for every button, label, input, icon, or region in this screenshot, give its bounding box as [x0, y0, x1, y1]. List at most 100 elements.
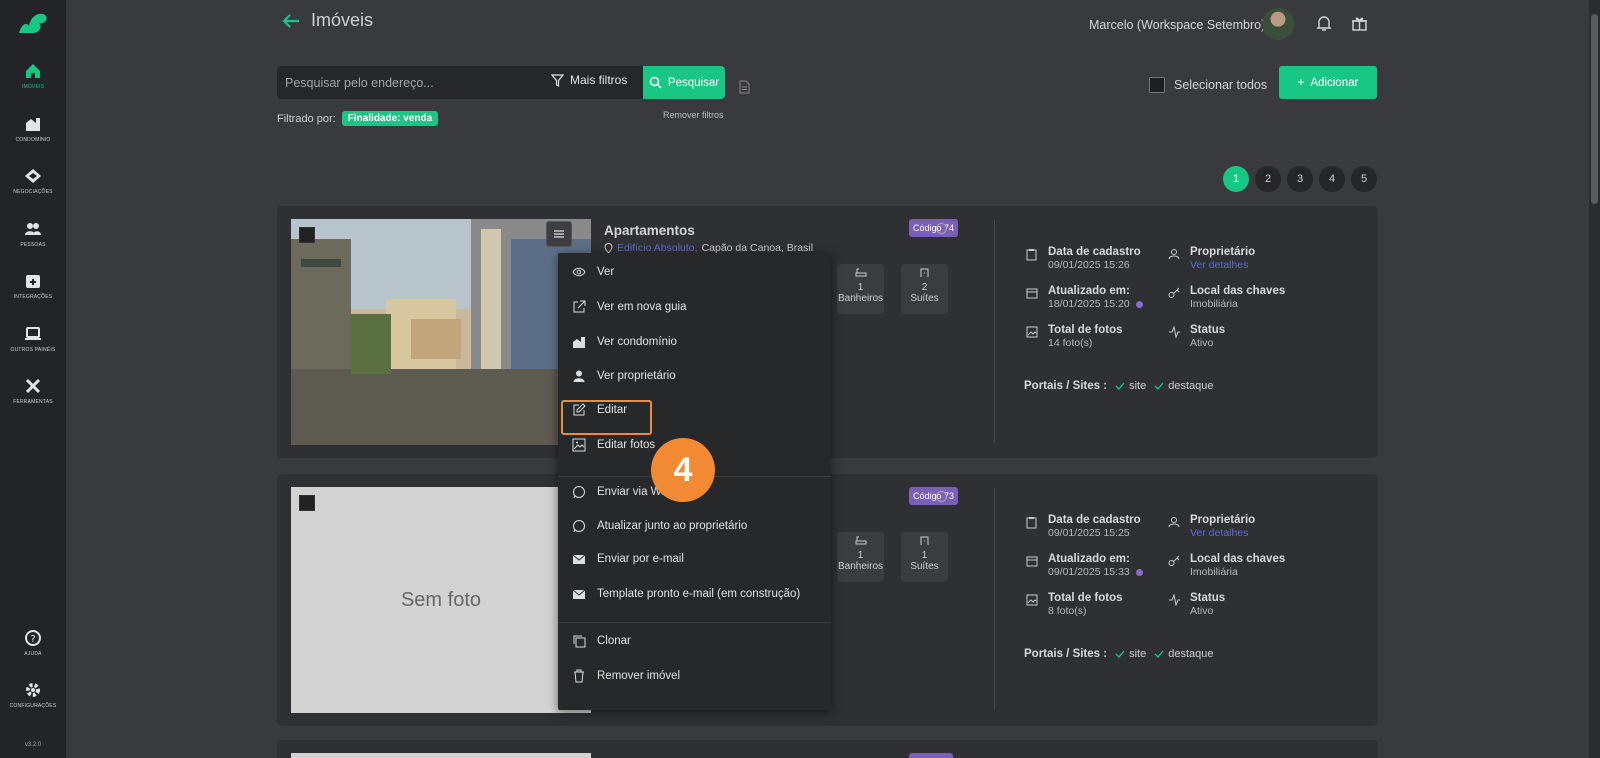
- remove-filters-link[interactable]: Remover filtros: [663, 110, 724, 120]
- menu-item-ver-condominio[interactable]: Ver condomínio: [572, 335, 677, 349]
- field-fotos: Total de fotos 14 foto(s): [1026, 324, 1123, 349]
- field-chaves: Local das chaves Imobiliária: [1168, 553, 1285, 578]
- menu-item-template-email[interactable]: Template pronto e-mail (em construção): [572, 588, 800, 600]
- field-cadastro: Data de cadastro 09/01/2025 15:25: [1026, 514, 1141, 539]
- calendar-icon: [1026, 556, 1038, 567]
- field-value: Ativo: [1190, 337, 1214, 349]
- filtered-by-label: Filtrado por:: [277, 112, 336, 125]
- menu-item-label: Enviar por e-mail: [597, 553, 684, 565]
- field-value: 8 foto(s): [1048, 605, 1087, 617]
- field-proprietario: Proprietário Ver detalhes: [1168, 514, 1255, 539]
- menu-item-ver-proprietario[interactable]: Ver proprietário: [572, 369, 676, 383]
- stat-label: Banheiros: [837, 293, 884, 304]
- active-filter-chip[interactable]: Finalidade: venda: [341, 111, 439, 126]
- select-all-checkbox[interactable]: [1149, 77, 1165, 93]
- sidebar-item-ferramentas[interactable]: Ferramentas: [0, 377, 66, 405]
- check-icon: [1115, 650, 1125, 658]
- sidebar-item-label: Ajuda: [24, 651, 42, 657]
- bell-icon[interactable]: [1316, 15, 1332, 32]
- field-label: Data de cadastro: [1048, 246, 1141, 258]
- search-button[interactable]: Pesquisar: [643, 66, 725, 99]
- field-label: Total de fotos: [1048, 592, 1123, 604]
- field-label: Status: [1190, 592, 1226, 604]
- sidebar-item-pessoas[interactable]: Pessoas: [0, 220, 66, 248]
- sidebar-item-label: Imóveis: [21, 84, 45, 90]
- sidebar-item-outros-paineis[interactable]: Outros painéis: [0, 325, 66, 353]
- menu-item-label: Ver: [597, 266, 615, 278]
- field-label: Proprietário: [1190, 246, 1256, 258]
- app-version: v3.2.0: [24, 742, 42, 748]
- check-icon: [1154, 382, 1164, 390]
- sidebar-item-ajuda[interactable]: ? Ajuda: [0, 629, 66, 657]
- add-button[interactable]: + Adicionar: [1279, 66, 1377, 99]
- logo-icon[interactable]: [17, 9, 49, 37]
- whatsapp-icon: [573, 520, 585, 533]
- portal-site: site: [1129, 648, 1147, 660]
- property-photo[interactable]: Sem foto: [291, 487, 591, 713]
- info-icon[interactable]: [936, 223, 947, 234]
- page-4[interactable]: 4: [1319, 166, 1345, 192]
- scrollbar-thumb[interactable]: [1591, 14, 1598, 204]
- document-icon[interactable]: [739, 80, 750, 94]
- bathtub-icon: [855, 268, 866, 277]
- owner-details-link[interactable]: Ver detalhes: [1190, 527, 1255, 539]
- info-icon[interactable]: [936, 491, 947, 502]
- page-5[interactable]: 5: [1351, 166, 1377, 192]
- menu-item-ver[interactable]: Ver: [572, 266, 614, 278]
- page-2[interactable]: 2: [1255, 166, 1281, 192]
- user-name[interactable]: Marcelo (Workspace Setembro): [1089, 18, 1265, 32]
- page-1[interactable]: 1: [1223, 166, 1249, 192]
- gift-icon[interactable]: [1351, 15, 1368, 32]
- more-filters-button[interactable]: Mais filtros: [551, 73, 627, 87]
- menu-item-ver-nova-guia[interactable]: Ver em nova guia: [572, 300, 687, 314]
- field-atualizado: Atualizado em: 18/01/2025 15:20: [1026, 285, 1143, 310]
- menu-item-remover[interactable]: Remover imóvel: [572, 669, 680, 683]
- card-menu-button[interactable]: [546, 221, 572, 247]
- external-link-icon: [573, 300, 586, 313]
- menu-item-label: Remover imóvel: [597, 670, 681, 682]
- menu-item-label: Clonar: [597, 635, 631, 647]
- field-label: Local das chaves: [1190, 285, 1286, 297]
- tools-icon: [25, 378, 41, 394]
- menu-item-email[interactable]: Enviar por e-mail: [572, 553, 684, 565]
- avatar[interactable]: [1262, 8, 1294, 40]
- menu-item-label: Atualizar junto ao proprietário: [597, 520, 748, 532]
- menu-item-editar-fotos[interactable]: Editar fotos: [572, 438, 655, 452]
- menu-item-clonar[interactable]: Clonar: [572, 634, 631, 648]
- door-icon: [920, 536, 928, 545]
- menu-separator: [558, 622, 831, 623]
- people-icon: [25, 223, 41, 235]
- card-divider: [994, 220, 995, 442]
- stat-value: 2: [921, 282, 928, 293]
- select-all[interactable]: Selecionar todos: [1149, 77, 1267, 93]
- search-icon: [649, 76, 662, 89]
- sidebar-item-label: Negociações: [13, 189, 53, 195]
- menu-item-atualizar-proprietario[interactable]: Atualizar junto ao proprietário: [572, 519, 747, 533]
- property-photo[interactable]: [291, 753, 591, 758]
- highlight-box-editar: [561, 400, 652, 435]
- sidebar-item-negociacoes[interactable]: Negociações: [0, 167, 66, 195]
- scrollbar[interactable]: [1589, 0, 1600, 758]
- page-header: Imóveis: [281, 10, 373, 31]
- filter-icon: [551, 73, 564, 87]
- field-value: Imobiliária: [1190, 298, 1238, 310]
- sidebar-item-condominio[interactable]: Condomínio: [0, 115, 66, 143]
- field-label: Status: [1190, 324, 1226, 336]
- handshake-icon: [25, 169, 41, 183]
- back-arrow-icon[interactable]: [281, 13, 301, 29]
- stat-suites: 2 Suítes: [901, 264, 948, 314]
- sidebar-item-integracoes[interactable]: Integrações: [0, 272, 66, 300]
- eye-icon: [572, 267, 586, 277]
- card-checkbox[interactable]: [299, 495, 315, 511]
- property-photo[interactable]: [291, 219, 591, 445]
- card-divider: [994, 488, 995, 710]
- copy-icon: [573, 635, 586, 648]
- step-badge: 4: [651, 438, 715, 502]
- sidebar-item-label: Outros painéis: [10, 347, 56, 353]
- owner-details-link[interactable]: Ver detalhes: [1190, 259, 1255, 271]
- card-checkbox[interactable]: [299, 227, 315, 243]
- field-value: Imobiliária: [1190, 566, 1238, 578]
- sidebar-item-imoveis[interactable]: Imóveis: [0, 62, 66, 90]
- sidebar-item-configuracoes[interactable]: Configurações: [0, 681, 66, 709]
- page-3[interactable]: 3: [1287, 166, 1313, 192]
